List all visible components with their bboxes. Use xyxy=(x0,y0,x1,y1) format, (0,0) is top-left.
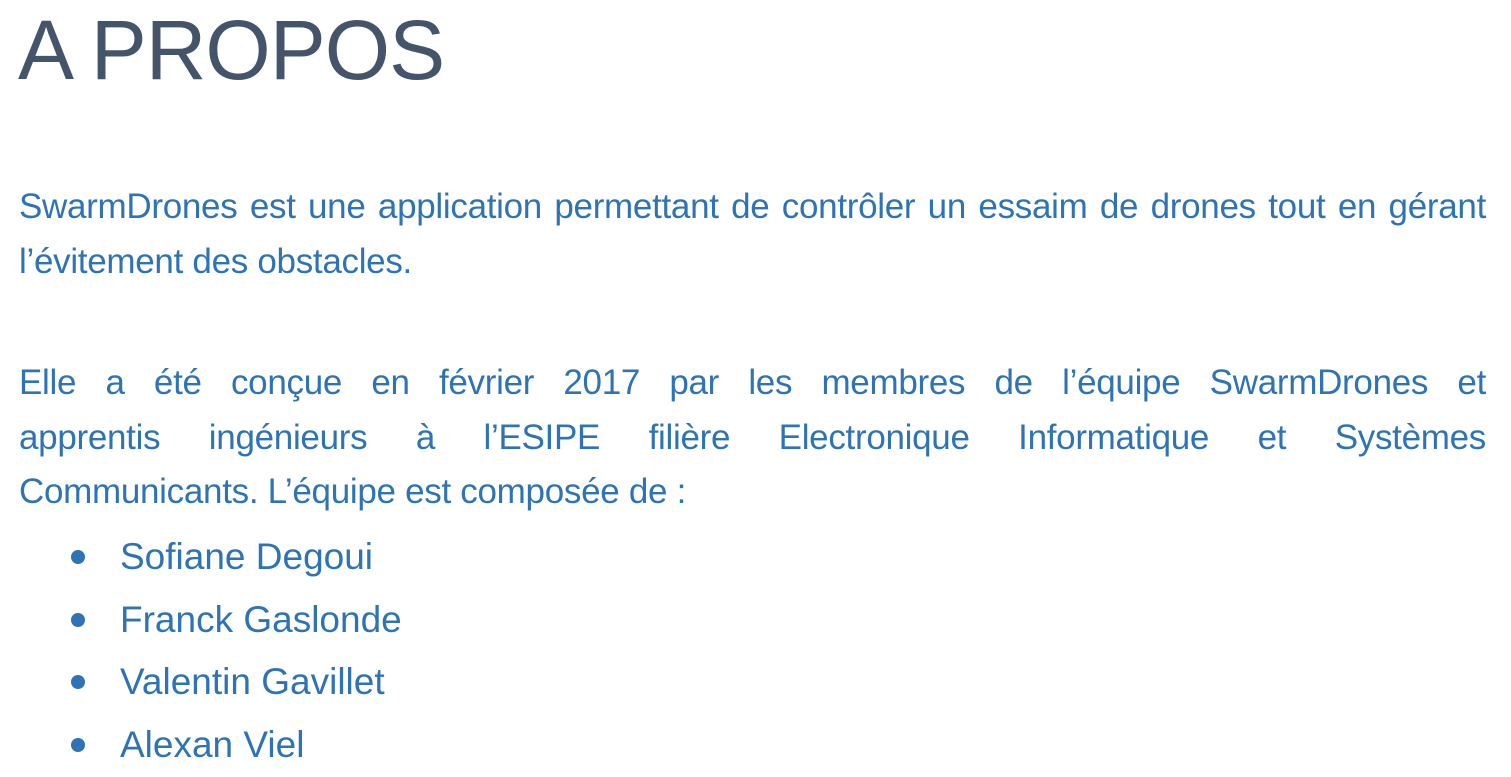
member-name: Sofiane Degoui xyxy=(120,536,374,577)
member-name: Alexan Viel xyxy=(120,723,305,765)
team-paragraph-line: apprentis ingénieurs à l’ESIPE filière E… xyxy=(19,417,1486,457)
page-title: A PROPOS xyxy=(18,3,445,97)
document-page: A PROPOS SwarmDrones est une application… xyxy=(0,0,1511,777)
bullet-icon xyxy=(71,737,85,752)
team-paragraph-line: Elle a été conçue en février 2017 par le… xyxy=(19,363,1486,402)
bullet-icon xyxy=(71,550,85,564)
intro-paragraph: SwarmDrones est une application permetta… xyxy=(19,187,1486,281)
bullet-icon xyxy=(71,612,85,627)
bullet-icon xyxy=(71,675,85,689)
member-name: Valentin Gavillet xyxy=(120,661,385,702)
member-name: Franck Gaslonde xyxy=(120,598,402,640)
team-paragraph: Elle a été conçue en février 2017 par le… xyxy=(19,356,1486,520)
team-paragraph-line: Communicants. L’équipe est composée de : xyxy=(19,472,686,511)
